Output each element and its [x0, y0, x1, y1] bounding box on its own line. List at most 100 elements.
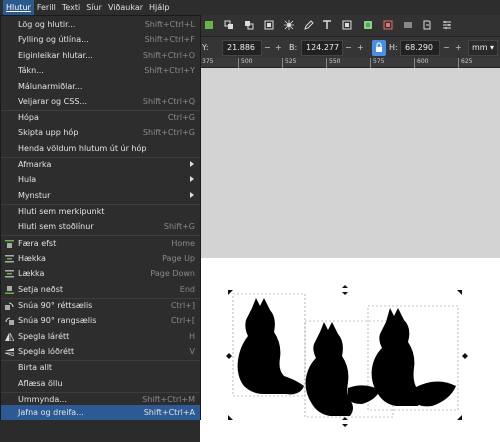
menu-item-shortcut: Page Down	[150, 269, 195, 279]
enter-group-icon[interactable]	[244, 20, 254, 30]
document-icon[interactable]	[422, 20, 432, 30]
fox-silhouette-2	[305, 322, 353, 416]
menu-siur[interactable]: Síur	[83, 0, 105, 15]
menu-item-shortcut: Shift+Ctrl+A	[143, 408, 195, 417]
menu-item-label: Aflæsa öllu	[18, 378, 63, 388]
menu-item-label: Hópa	[18, 113, 39, 122]
menu-item-selectors-and-css[interactable]: Veljarar og CSS... Shift+Ctrl+Q	[1, 94, 200, 109]
menu-item-label: Ummynda...	[18, 395, 67, 404]
horizontal-ruler: 375 500 525 550 575 600 625	[200, 58, 500, 68]
menu-item-clip[interactable]: Afmarka	[1, 157, 200, 172]
raise-to-top-icon	[5, 239, 14, 248]
menu-item-mask[interactable]: Hula	[1, 172, 200, 187]
units-value: mm	[472, 43, 488, 52]
lock-icon	[376, 42, 382, 52]
menu-item-label: Lækka	[18, 269, 45, 279]
menu-item-label: Lög og hlutir...	[18, 20, 76, 29]
flip-vertical-icon	[5, 348, 14, 357]
rotate-ccw-icon	[5, 317, 14, 326]
menu-item-label: Skipta upp hóp	[18, 128, 79, 138]
y-increment[interactable]: +	[275, 43, 282, 52]
menu-item-label: Hækka	[18, 254, 46, 263]
menu-item-lower[interactable]: Lækka Page Down	[1, 266, 200, 281]
menu-item-objects-to-guides[interactable]: Hluti sem stoðlínur Shift+G	[1, 219, 200, 234]
h-decrement[interactable]: −	[443, 43, 450, 52]
menu-item-unhide-all[interactable]: Birta allt	[1, 360, 200, 375]
menu-item-flip-vertical[interactable]: Spegla lóðrétt V	[1, 344, 200, 359]
layers-icon[interactable]	[403, 20, 413, 30]
swatch-icon[interactable]	[383, 20, 393, 30]
y-decrement[interactable]: −	[264, 43, 271, 52]
menu-item-object-properties[interactable]: Eiginleikar hlutar... Shift+Ctrl+O	[1, 48, 200, 63]
fox-drawing[interactable]	[200, 258, 500, 442]
menu-item-raise[interactable]: Hækka Page Up	[1, 251, 200, 266]
menu-item-group[interactable]: Hópa Ctrl+G	[1, 110, 200, 125]
menu-item-label: Birta allt	[18, 363, 53, 373]
w-label: B:	[289, 43, 298, 52]
menu-item-label: Jafna og dreifa...	[18, 408, 84, 417]
ruler-tick: 625	[461, 58, 473, 65]
w-increment[interactable]: +	[357, 43, 364, 52]
clip-icon[interactable]	[264, 20, 274, 30]
menu-item-label: Hula	[18, 175, 37, 185]
menu-item-shortcut: Shift+Ctrl+L	[144, 20, 195, 29]
height-input[interactable]: 68.290	[400, 40, 440, 56]
w-decrement[interactable]: −	[345, 43, 352, 52]
menu-item-label: Málunarmiðlar...	[18, 81, 83, 91]
width-input[interactable]: 124.277	[301, 40, 343, 56]
preferences-icon[interactable]	[442, 20, 452, 30]
menu-vidaukar[interactable]: Viðaukar	[105, 0, 146, 15]
menu-item-symbols[interactable]: Tákn... Shift+Ctrl+Y	[1, 63, 200, 78]
fill-icon[interactable]	[342, 20, 352, 30]
h-label: H:	[389, 43, 398, 52]
ungroup-icon[interactable]	[224, 20, 234, 30]
h-increment[interactable]: +	[455, 43, 462, 52]
menu-item-shortcut: Shift+Ctrl+F	[144, 35, 195, 45]
y-input[interactable]: 21.886	[222, 40, 262, 56]
menu-item-label: Hluti sem merkipunkt	[18, 207, 105, 216]
star-icon[interactable]	[284, 20, 294, 30]
menu-item-layers-and-objects[interactable]: Lög og hlutir... Shift+Ctrl+L	[1, 17, 200, 32]
menu-item-shortcut: Ctrl+[	[170, 316, 195, 326]
menu-item-label: Veljarar og CSS...	[18, 97, 88, 106]
menu-hlutur[interactable]: Hlutur	[3, 0, 34, 15]
menu-item-shortcut: Home	[171, 238, 195, 248]
menu-item-shortcut: Shift+Ctrl+Y	[144, 66, 195, 76]
menu-item-shortcut: V	[189, 347, 195, 357]
menu-item-unlock-all[interactable]: Aflæsa öllu	[1, 376, 200, 391]
menu-item-shortcut: H	[188, 331, 195, 341]
units-select[interactable]: mm ▾	[468, 40, 498, 56]
menu-item-ungroup[interactable]: Skipta upp hóp Shift+Ctrl+G	[1, 125, 200, 140]
submenu-arrow-icon	[190, 176, 194, 183]
menu-item-paint-servers[interactable]: Málunarmiðlar...	[1, 79, 200, 94]
menu-ferill[interactable]: Ferill	[34, 0, 59, 15]
fox-tail-3	[414, 381, 456, 407]
menu-hjalp[interactable]: Hjálp	[146, 0, 172, 15]
group-icon[interactable]	[204, 20, 214, 30]
menu-item-rotate-ccw[interactable]: Snúa 90° rangsælis Ctrl+[	[1, 313, 200, 328]
object-menu-dropdown: Lög og hlutir... Shift+Ctrl+L Fylling og …	[0, 15, 201, 421]
ruler-tick: 600	[417, 58, 429, 65]
submenu-arrow-icon	[190, 191, 194, 198]
menu-item-shortcut: Shift+Ctrl+Q	[142, 97, 195, 106]
menu-item-objects-to-marker[interactable]: Hluti sem merkipunkt	[1, 204, 200, 219]
menu-item-raise-to-top[interactable]: Færa efst Home	[1, 236, 200, 251]
menu-item-pop-out-of-group[interactable]: Henda völdum hlutum út úr hóp	[1, 141, 200, 156]
menu-item-pattern[interactable]: Mynstur	[1, 188, 200, 203]
menu-item-align-and-distribute[interactable]: Jafna og dreifa... Shift+Ctrl+A	[1, 405, 200, 421]
canvas-page[interactable]	[200, 258, 500, 442]
menu-item-flip-horizontal[interactable]: Spegla lárétt H	[1, 329, 200, 344]
canvas-background[interactable]	[200, 68, 500, 258]
image-icon[interactable]	[363, 20, 373, 30]
text-icon[interactable]	[322, 20, 332, 30]
menu-item-label: Spegla lóðrétt	[18, 347, 75, 357]
menu-item-lower-to-bottom[interactable]: Setja neðst End	[1, 282, 200, 297]
edit-icon[interactable]	[304, 20, 314, 30]
menu-item-rotate-cw[interactable]: Snúa 90° réttsælis Ctrl+]	[1, 298, 200, 313]
menu-item-label: Setja neðst	[18, 284, 63, 294]
lock-ratio-button[interactable]	[372, 40, 386, 56]
menu-item-fill-and-stroke[interactable]: Fylling og útlína... Shift+Ctrl+F	[1, 32, 200, 47]
menu-texti[interactable]: Texti	[59, 0, 83, 15]
menu-item-shortcut: Shift+G	[163, 222, 195, 232]
menu-item-label: Fylling og útlína...	[18, 35, 89, 45]
